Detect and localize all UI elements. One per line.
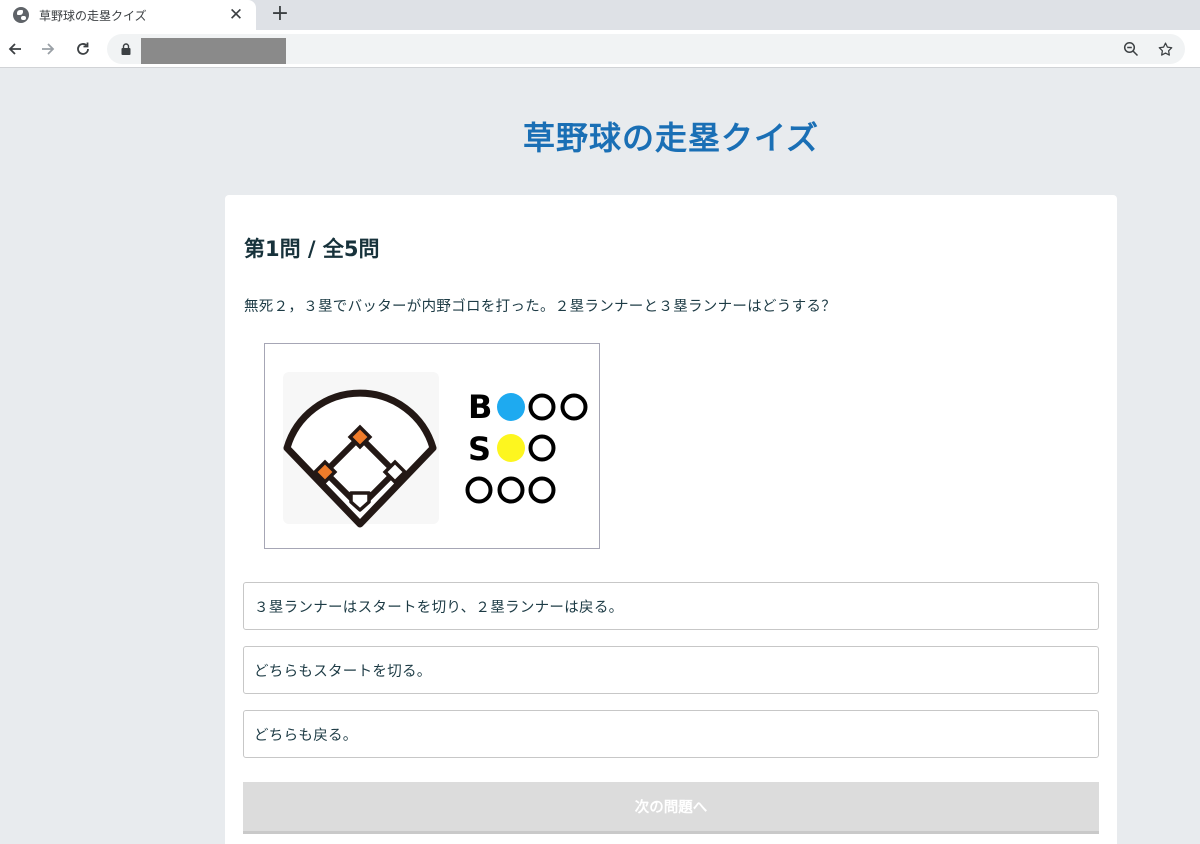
page-title: 草野球の走塁クイズ: [522, 119, 820, 157]
ball-dot-filled: [497, 393, 525, 421]
ball-label: B: [468, 388, 492, 426]
strike-dot-filled: [497, 434, 525, 462]
reload-icon[interactable]: [70, 36, 96, 62]
tab-strip: 草野球の走塁クイズ ✕ +: [0, 0, 1200, 30]
close-tab-icon[interactable]: ✕: [224, 3, 248, 27]
back-arrow-icon[interactable]: [2, 36, 28, 62]
strike-count-row: S: [468, 430, 556, 468]
new-tab-icon[interactable]: +: [268, 1, 292, 26]
situation-figure: B S: [264, 343, 600, 549]
quiz-card: 第1問 / 全5問 無死２，３塁でバッターが内野ゴロを打った。２塁ランナーと３塁…: [225, 195, 1117, 844]
out-count-row: [465, 476, 556, 504]
globe-icon: [13, 7, 29, 23]
question-text: 無死２，３塁でバッターが内野ゴロを打った。２塁ランナーと３塁ランナーはどうする？: [244, 299, 836, 315]
bookmark-star-icon[interactable]: [1153, 37, 1177, 61]
forward-arrow-icon[interactable]: [35, 36, 61, 62]
ball-count-row: B: [468, 388, 588, 426]
answer-option[interactable]: どちらもスタートを切る。: [243, 646, 1099, 694]
answer-option[interactable]: どちらも戻る。: [243, 710, 1099, 758]
out-dot-empty: [497, 476, 525, 504]
strike-label: S: [468, 430, 491, 468]
out-dot-empty: [528, 476, 556, 504]
zoom-icon[interactable]: [1119, 37, 1143, 61]
strike-dot-empty: [528, 434, 556, 462]
browser-tab[interactable]: 草野球の走塁クイズ ✕: [0, 0, 256, 30]
ball-dot-empty: [560, 393, 588, 421]
address-bar[interactable]: [107, 34, 1185, 64]
browser-toolbar: [0, 30, 1200, 68]
next-question-button[interactable]: 次の問題へ: [243, 782, 1099, 834]
ball-dot-empty: [528, 393, 556, 421]
lock-icon: [121, 43, 131, 55]
out-dot-empty: [465, 476, 493, 504]
answer-option[interactable]: ３塁ランナーはスタートを切り、２塁ランナーは戻る。: [243, 582, 1099, 630]
question-counter: 第1問 / 全5問: [244, 237, 380, 261]
tab-title: 草野球の走塁クイズ: [39, 8, 147, 23]
url-redacted: [141, 38, 286, 64]
